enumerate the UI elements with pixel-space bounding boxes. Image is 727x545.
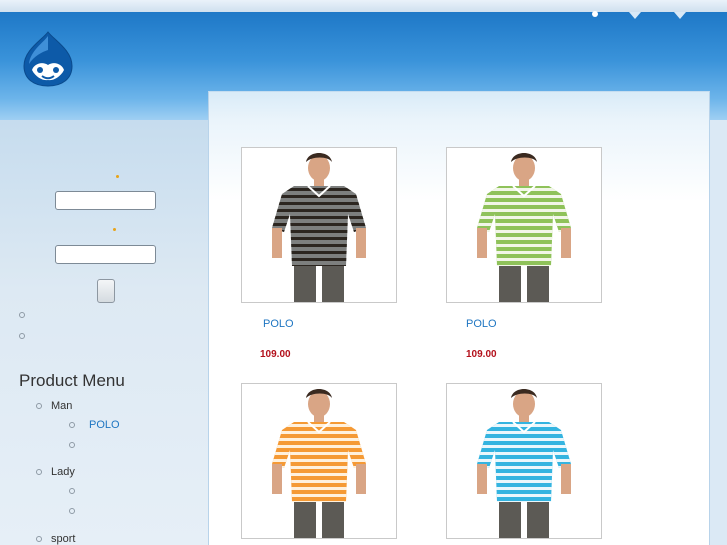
username-field[interactable] xyxy=(55,191,156,210)
product-price: 109.00 xyxy=(260,349,291,360)
menu-item-man[interactable]: Man xyxy=(51,400,72,412)
product-image[interactable] xyxy=(241,383,397,539)
menu-item-polo[interactable]: POLO xyxy=(89,419,120,431)
product-image[interactable] xyxy=(446,383,602,539)
product-name-link[interactable]: POLO xyxy=(466,318,497,330)
product-image[interactable] xyxy=(446,147,602,303)
list-bullet xyxy=(69,422,75,428)
list-bullet xyxy=(36,536,42,542)
polo-shirt-model-image xyxy=(272,153,366,302)
product-menu-title: Product Menu xyxy=(19,371,125,390)
list-bullet xyxy=(69,488,75,494)
menu-item-lady[interactable]: Lady xyxy=(51,466,75,478)
menu-item-sport[interactable]: sport xyxy=(51,533,75,545)
required-marker xyxy=(113,228,116,231)
list-bullet xyxy=(69,442,75,448)
list-bullet xyxy=(19,333,25,339)
list-bullet xyxy=(19,312,25,318)
required-marker xyxy=(116,175,119,178)
password-field[interactable] xyxy=(55,245,156,264)
product-price: 109.00 xyxy=(466,349,497,360)
nav-dropdown-marker[interactable] xyxy=(674,12,686,19)
polo-shirt-model-image xyxy=(477,389,571,538)
polo-shirt-model-image xyxy=(272,389,366,538)
product-image[interactable] xyxy=(241,147,397,303)
list-bullet xyxy=(69,508,75,514)
list-bullet xyxy=(36,469,42,475)
drupal-drop-icon xyxy=(23,31,73,87)
product-name-link[interactable]: POLO xyxy=(263,318,294,330)
nav-active-indicator xyxy=(592,11,598,17)
login-button[interactable] xyxy=(97,279,115,303)
list-bullet xyxy=(36,403,42,409)
site-logo[interactable] xyxy=(20,30,76,92)
polo-shirt-model-image xyxy=(477,153,571,302)
sidebar xyxy=(0,120,208,545)
nav-dropdown-marker[interactable] xyxy=(629,12,641,19)
